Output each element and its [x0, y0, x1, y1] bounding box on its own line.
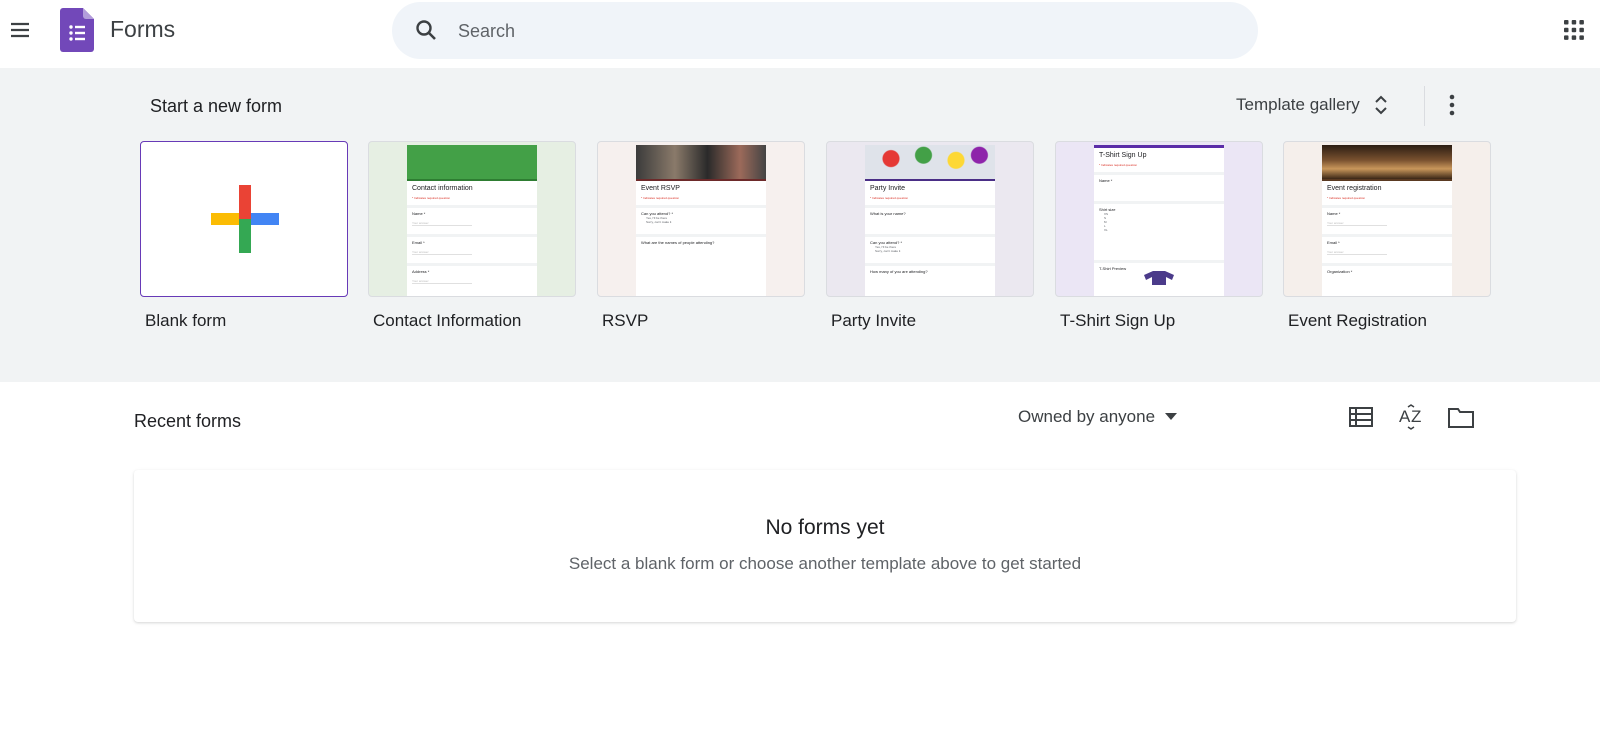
template-event-registration[interactable]: Event registration * Indicates required … — [1283, 141, 1491, 331]
more-options-button[interactable] — [1436, 88, 1468, 122]
svg-text:A: A — [1399, 407, 1411, 426]
empty-state-subtitle: Select a blank form or choose another te… — [568, 554, 1082, 573]
search-bar[interactable] — [392, 2, 1258, 59]
template-blank-form[interactable]: Blank form — [140, 141, 348, 331]
banner-image — [1322, 145, 1452, 179]
template-label: Party Invite — [831, 311, 917, 330]
google-apps-grid-icon — [1564, 20, 1584, 40]
sort-az-icon: AZ — [1399, 404, 1421, 430]
owner-filter-dropdown[interactable]: Owned by anyone — [1018, 404, 1178, 430]
search-icon[interactable] — [414, 18, 438, 42]
owner-filter-label: Owned by anyone — [1018, 407, 1156, 426]
template-contact-information[interactable]: Contact information * Indicates required… — [368, 141, 576, 331]
template-label: RSVP — [602, 311, 649, 330]
template-gallery-button[interactable]: Template gallery — [1230, 88, 1394, 122]
section-title: Start a new form — [150, 96, 283, 116]
plus-icon — [211, 185, 279, 253]
google-apps-button[interactable] — [1556, 12, 1592, 48]
preview-required-note: * Indicates required question — [412, 196, 451, 200]
banner-image — [636, 145, 766, 179]
google-forms-logo[interactable] — [60, 8, 94, 57]
list-view-icon — [1349, 407, 1373, 427]
preview-required-note: * Indicates required question — [1327, 196, 1366, 200]
form-preview: Contact information * Indicates required… — [407, 145, 537, 296]
template-thumbnail[interactable]: T-Shirt Sign Up * Indicates required que… — [1055, 141, 1263, 297]
list-view-button[interactable] — [1344, 400, 1378, 434]
template-label: Contact Information — [373, 311, 522, 330]
template-gallery-label: Template gallery — [1236, 95, 1360, 114]
template-thumbnail[interactable]: Event RSVP * Indicates required question… — [597, 141, 805, 297]
svg-text:Z: Z — [1411, 407, 1421, 426]
preview-title: Event registration — [1327, 185, 1382, 192]
template-tshirt-signup[interactable]: T-Shirt Sign Up * Indicates required que… — [1055, 141, 1263, 331]
template-label: Blank form — [145, 311, 227, 330]
template-thumbnail[interactable]: Event registration * Indicates required … — [1283, 141, 1491, 297]
tshirt-icon — [1144, 271, 1174, 285]
app-header: Forms — [0, 0, 1600, 64]
more-vert-icon — [1449, 94, 1455, 116]
open-file-picker-button[interactable] — [1444, 400, 1478, 434]
template-thumbnail[interactable] — [140, 141, 348, 297]
preview-title: T-Shirt Sign Up — [1099, 152, 1147, 159]
form-preview: Event registration * Indicates required … — [1322, 145, 1452, 296]
banner-image — [407, 145, 537, 179]
preview-required-note: * Indicates required question — [1099, 163, 1138, 167]
banner-image — [865, 145, 995, 179]
template-thumbnail[interactable]: Party Invite * Indicates required questi… — [826, 141, 1034, 297]
form-preview: T-Shirt Sign Up * Indicates required que… — [1094, 145, 1224, 296]
sort-button[interactable]: AZ — [1394, 400, 1428, 434]
form-preview: Party Invite * Indicates required questi… — [865, 145, 995, 296]
preview-title: Contact information — [412, 185, 473, 192]
empty-state-card: No forms yet Select a blank form or choo… — [134, 470, 1516, 622]
preview-required-note: * Indicates required question — [641, 196, 680, 200]
caret-down-icon — [1165, 413, 1178, 420]
unfold-icon — [1375, 95, 1387, 115]
template-label: T-Shirt Sign Up — [1060, 311, 1176, 330]
form-preview: Event RSVP * Indicates required question… — [636, 145, 766, 296]
hamburger-menu-icon — [11, 22, 29, 38]
preview-title: Event RSVP — [641, 185, 680, 192]
template-rsvp[interactable]: Event RSVP * Indicates required question… — [597, 141, 805, 331]
template-section: Start a new form Template gallery Blank … — [0, 68, 1600, 382]
template-party-invite[interactable]: Party Invite * Indicates required questi… — [826, 141, 1034, 331]
recent-forms-title: Recent forms — [134, 411, 242, 431]
empty-state-title: No forms yet — [765, 516, 885, 539]
app-title[interactable]: Forms — [110, 16, 175, 43]
search-input[interactable] — [458, 12, 1218, 50]
divider — [1424, 86, 1425, 126]
preview-title: Party Invite — [870, 185, 906, 192]
main-menu-button[interactable] — [2, 10, 38, 50]
template-label: Event Registration — [1288, 311, 1427, 330]
template-thumbnail[interactable]: Contact information * Indicates required… — [368, 141, 576, 297]
preview-required-note: * Indicates required question — [870, 196, 909, 200]
folder-icon — [1448, 408, 1474, 428]
